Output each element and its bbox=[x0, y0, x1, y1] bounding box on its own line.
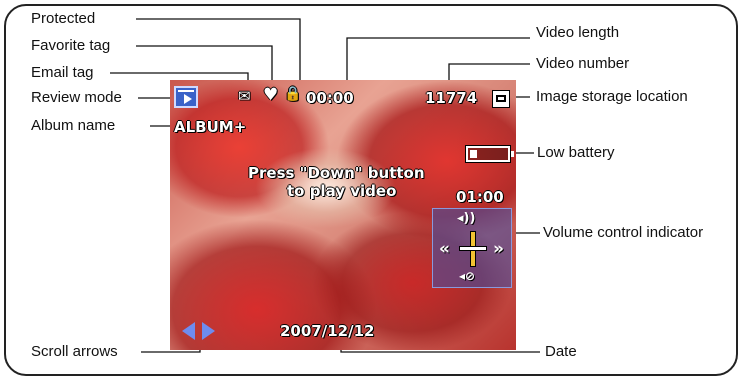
camera-lcd-screen: ✉ ♥ 🔒 00:00 11774 ALBUM+ Press "Down" bu… bbox=[170, 80, 516, 350]
video-number-readout: 11774 bbox=[425, 89, 478, 107]
date-readout: 2007/12/12 bbox=[280, 322, 375, 340]
label-scroll-arrows: Scroll arrows bbox=[31, 343, 118, 360]
mute-icon: ◂⊘ bbox=[459, 269, 476, 283]
storage-card-icon bbox=[492, 90, 510, 108]
protected-lock-icon: 🔒 bbox=[284, 86, 302, 102]
label-volume-control-indicator: Volume control indicator bbox=[543, 224, 704, 241]
label-review-mode: Review mode bbox=[31, 89, 122, 106]
video-length-readout: 00:00 bbox=[306, 89, 354, 107]
forward-icon: » bbox=[493, 239, 504, 259]
volume-up-icon: ◂)) bbox=[457, 211, 476, 226]
leader-protected bbox=[136, 18, 301, 85]
label-low-battery: Low battery bbox=[537, 144, 615, 161]
label-image-storage-location: Image storage location bbox=[536, 88, 688, 105]
volume-control-indicator: ◂)) « » ◂⊘ bbox=[432, 208, 512, 288]
low-battery-icon bbox=[466, 146, 514, 162]
email-tag-icon: ✉ bbox=[238, 87, 251, 105]
label-video-number: Video number bbox=[536, 55, 630, 72]
label-favorite-tag: Favorite tag bbox=[31, 37, 111, 54]
review-mode-icon bbox=[174, 86, 198, 108]
label-email-tag: Email tag bbox=[31, 64, 94, 81]
remaining-time-readout: 01:00 bbox=[456, 188, 504, 206]
label-video-length: Video length bbox=[536, 24, 620, 41]
volume-slider-knob bbox=[459, 246, 487, 251]
play-prompt-line2: to play video bbox=[287, 182, 397, 200]
scroll-right-arrow-icon bbox=[202, 322, 215, 340]
play-prompt-line1: Press "Down" button bbox=[248, 164, 425, 182]
rewind-icon: « bbox=[439, 239, 450, 259]
scroll-left-arrow-icon bbox=[182, 322, 195, 340]
album-name-readout: ALBUM+ bbox=[174, 118, 247, 136]
leader-video-length bbox=[346, 37, 530, 85]
label-album-name: Album name bbox=[31, 117, 116, 134]
label-date: Date bbox=[545, 343, 577, 360]
label-protected: Protected bbox=[31, 10, 96, 27]
favorite-tag-icon: ♥ bbox=[263, 85, 279, 105]
